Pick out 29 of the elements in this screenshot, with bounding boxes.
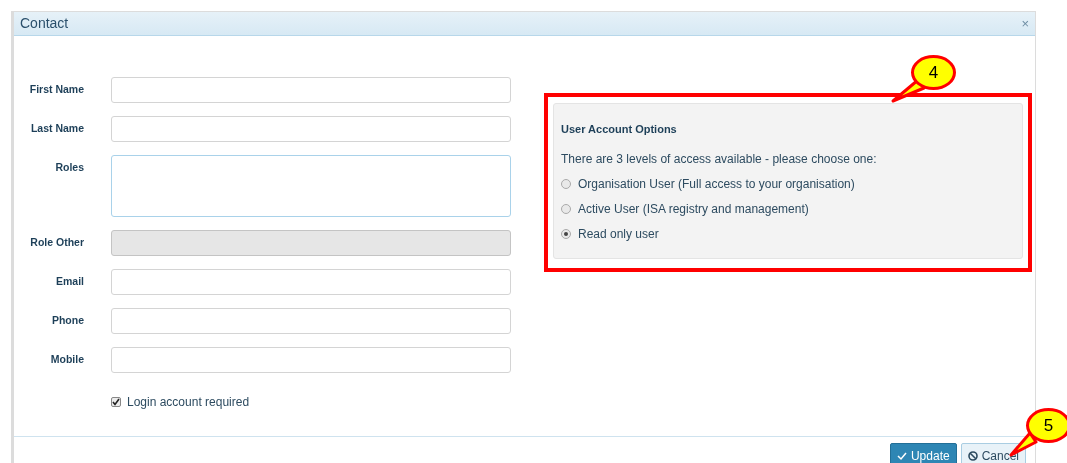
- input-field[interactable]: [111, 269, 511, 295]
- dialog-title: Contact: [20, 14, 69, 33]
- panel-title: User Account Options: [561, 122, 678, 137]
- radio-button[interactable]: [561, 178, 571, 189]
- radio-label: Active User (ISA registry and management): [578, 200, 809, 218]
- field-label: Role Other: [29, 235, 84, 250]
- field-label: Email: [55, 274, 84, 289]
- check-icon: [112, 398, 120, 406]
- field-label: Mobile: [49, 352, 84, 367]
- close-button[interactable]: ×: [1021, 17, 1029, 30]
- radio-label: Read only user: [578, 225, 659, 243]
- roles-field[interactable]: [111, 155, 511, 217]
- panel-description: There are 3 levels of access available - please choose one:: [561, 150, 878, 168]
- input-field[interactable]: [111, 308, 511, 334]
- ban-icon: [967, 451, 978, 461]
- radio-button[interactable]: [561, 203, 571, 214]
- field-label: First Name: [28, 82, 84, 97]
- update-button[interactable]: Update: [889, 443, 957, 463]
- radio-button[interactable]: [561, 228, 571, 239]
- field-label: Roles: [54, 160, 84, 175]
- radio-label: Organisation User (Full access to your organisation): [578, 175, 855, 193]
- input-field[interactable]: [111, 347, 511, 373]
- field-label: Phone: [50, 313, 84, 328]
- input-field[interactable]: [111, 116, 511, 142]
- checkbox[interactable]: [111, 397, 121, 407]
- check-icon: [896, 451, 907, 461]
- checkbox-label: Login account required: [127, 394, 250, 411]
- input-field[interactable]: [111, 77, 511, 103]
- field-label: Last Name: [29, 121, 84, 136]
